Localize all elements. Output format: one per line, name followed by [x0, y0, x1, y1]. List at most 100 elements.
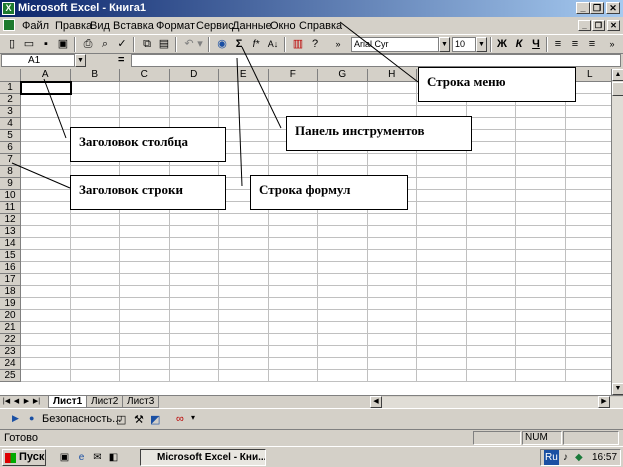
scroll-down-icon[interactable]: ▼: [612, 383, 623, 395]
close-button[interactable]: ✕: [606, 2, 620, 14]
row-header-5[interactable]: 5: [0, 130, 21, 142]
open-folder-icon[interactable]: ▭: [21, 37, 37, 52]
column-header-c[interactable]: C: [120, 69, 170, 82]
language-indicator[interactable]: Ru: [544, 450, 559, 465]
save-icon[interactable]: ▪: [38, 37, 54, 52]
permission-icon[interactable]: ▣: [55, 37, 71, 52]
script-icon[interactable]: ∞: [176, 413, 184, 425]
align-left-icon[interactable]: ≡: [550, 37, 566, 52]
row-header-14[interactable]: 14: [0, 238, 21, 250]
scroll-right-icon[interactable]: ▶: [598, 396, 610, 408]
excel-app-icon[interactable]: X: [2, 2, 15, 15]
column-header-f[interactable]: F: [268, 69, 318, 82]
formula-input[interactable]: [131, 54, 621, 67]
paste-icon[interactable]: ▤: [156, 37, 172, 52]
column-header-e[interactable]: E: [219, 69, 269, 82]
row-header-4[interactable]: 4: [0, 118, 21, 130]
menu-file[interactable]: Файл: [22, 20, 49, 32]
undo-icon[interactable]: ↶: [181, 37, 197, 52]
bold-button[interactable]: Ж: [494, 37, 510, 52]
help-icon[interactable]: ?: [307, 37, 323, 52]
row-header-6[interactable]: 6: [0, 142, 21, 154]
row-header-10[interactable]: 10: [0, 190, 21, 202]
row-header-11[interactable]: 11: [0, 202, 21, 214]
copy-icon[interactable]: ⧉: [139, 37, 155, 52]
sheet-tab-1[interactable]: Лист1: [48, 396, 88, 408]
font-name-select[interactable]: Arial Cyr: [351, 37, 439, 52]
desktop-icon[interactable]: ▣: [58, 451, 71, 464]
tools-icon[interactable]: ⚒: [134, 413, 144, 426]
row-header-9[interactable]: 9: [0, 178, 21, 190]
print-preview-icon[interactable]: ⌕: [97, 37, 113, 52]
row-header-21[interactable]: 21: [0, 322, 21, 334]
horizontal-scrollbar[interactable]: ◀ ▶: [370, 396, 623, 408]
column-header-h[interactable]: H: [367, 69, 417, 82]
sheet-tab-3[interactable]: Лист3: [122, 396, 160, 408]
tray-icon[interactable]: ◆: [575, 450, 583, 465]
record-icon[interactable]: ●: [29, 413, 34, 423]
sheet-tab-2[interactable]: Лист2: [86, 396, 124, 408]
minimize-button[interactable]: _: [576, 2, 590, 14]
run-icon[interactable]: ▶: [12, 413, 19, 424]
tab-last-icon[interactable]: ▶|: [32, 397, 41, 407]
menu-data[interactable]: Данные: [232, 20, 272, 32]
start-button[interactable]: Пуск: [2, 449, 46, 466]
print-icon[interactable]: ⎙: [80, 37, 96, 52]
name-box-dropdown-icon[interactable]: ▼: [75, 54, 86, 67]
active-cell[interactable]: [20, 81, 72, 95]
mail-icon[interactable]: ✉: [91, 451, 104, 464]
tab-next-icon[interactable]: ▶: [22, 397, 31, 407]
toolbar-more-icon[interactable]: »: [330, 37, 346, 52]
toolbar-more-icon[interactable]: »: [604, 37, 620, 52]
scroll-up-icon[interactable]: ▲: [612, 69, 623, 81]
vertical-scrollbar[interactable]: ▲ ▼: [611, 69, 623, 395]
spelling-icon[interactable]: ✓: [114, 37, 130, 52]
menu-tools[interactable]: Сервис: [196, 20, 234, 32]
maximize-button[interactable]: ❐: [590, 2, 604, 14]
row-header-18[interactable]: 18: [0, 286, 21, 298]
font-name-dropdown-icon[interactable]: ▼: [439, 37, 450, 52]
tab-prev-icon[interactable]: ◀: [12, 397, 21, 407]
row-header-12[interactable]: 12: [0, 214, 21, 226]
font-size-select[interactable]: 10: [452, 37, 476, 52]
row-header-7[interactable]: 7: [0, 154, 21, 166]
control-toolbox-icon[interactable]: ◰: [116, 413, 126, 426]
row-header-8[interactable]: 8: [0, 166, 21, 178]
security-button[interactable]: Безопасность...: [42, 413, 121, 425]
browser-icon[interactable]: e: [75, 451, 88, 464]
column-header-b[interactable]: B: [70, 69, 120, 82]
row-header-19[interactable]: 19: [0, 298, 21, 310]
sort-ascending-icon[interactable]: A↓: [265, 37, 281, 52]
italic-button[interactable]: К: [511, 37, 527, 52]
hyperlink-icon[interactable]: ◉: [214, 37, 230, 52]
row-header-13[interactable]: 13: [0, 226, 21, 238]
row-header-22[interactable]: 22: [0, 334, 21, 346]
function-icon[interactable]: f*: [248, 37, 264, 52]
row-header-3[interactable]: 3: [0, 106, 21, 118]
row-header-25[interactable]: 25: [0, 370, 21, 382]
column-header-g[interactable]: G: [318, 69, 368, 82]
row-header-17[interactable]: 17: [0, 274, 21, 286]
name-box[interactable]: A1: [1, 54, 75, 67]
script-dropdown-icon[interactable]: ▾: [191, 413, 195, 422]
doc-minimize-button[interactable]: _: [578, 20, 591, 31]
doc-restore-button[interactable]: ❐: [592, 20, 605, 31]
align-right-icon[interactable]: ≡: [584, 37, 600, 52]
taskbar-excel-button[interactable]: Microsoft Excel - Кни...: [140, 449, 266, 466]
chart-wizard-icon[interactable]: ▥: [290, 37, 306, 52]
autosum-icon[interactable]: Σ: [231, 37, 247, 52]
row-header-2[interactable]: 2: [0, 94, 21, 106]
scroll-left-icon[interactable]: ◀: [370, 396, 382, 408]
font-size-dropdown-icon[interactable]: ▼: [476, 37, 487, 52]
media-icon[interactable]: ◧: [107, 451, 120, 464]
menu-help[interactable]: Справка: [299, 20, 342, 32]
tray-icon[interactable]: ♪: [563, 450, 568, 465]
menu-window[interactable]: Окно: [270, 20, 296, 32]
row-header-15[interactable]: 15: [0, 250, 21, 262]
menu-insert[interactable]: Вставка: [113, 20, 154, 32]
new-file-icon[interactable]: ▯: [4, 37, 20, 52]
tab-first-icon[interactable]: |◀: [2, 397, 11, 407]
column-header-d[interactable]: D: [169, 69, 219, 82]
row-header-20[interactable]: 20: [0, 310, 21, 322]
row-header-24[interactable]: 24: [0, 358, 21, 370]
